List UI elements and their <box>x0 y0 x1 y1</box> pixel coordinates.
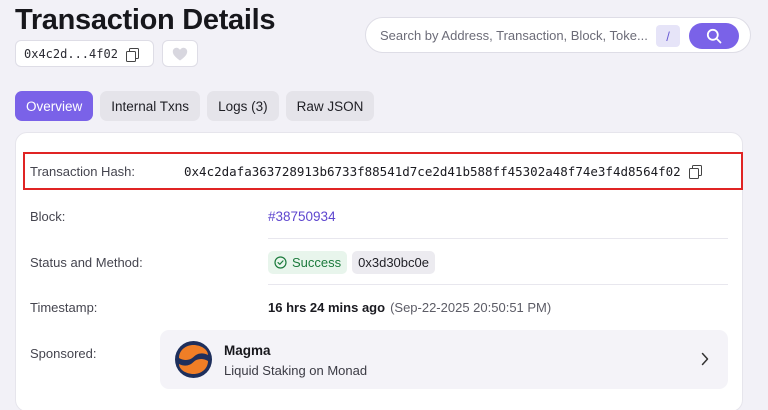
status-value-group: Success 0x3d30bc0e <box>268 250 435 274</box>
search-input[interactable] <box>380 27 652 43</box>
block-value-group: #38750934 <box>268 209 336 224</box>
row-timestamp: Timestamp: 16 hrs 24 mins ago (Sep-22-20… <box>30 284 728 330</box>
row-status-method: Status and Method: Success 0x3d30bc0e <box>30 239 728 285</box>
block-label: Block: <box>30 208 66 224</box>
chevron-right-icon <box>701 352 709 366</box>
row-transaction-hash: Transaction Hash: 0x4c2dafa363728913b673… <box>30 148 728 194</box>
favorite-button[interactable] <box>162 40 198 67</box>
search-button[interactable] <box>689 23 739 49</box>
status-text: Success <box>292 254 342 270</box>
page-title: Transaction Details <box>15 4 276 36</box>
sponsor-tagline: Liquid Staking on Monad <box>224 363 368 378</box>
address-chip[interactable]: 0x4c2d...4f02 <box>15 40 154 67</box>
method-badge: 0x3d30bc0e <box>352 250 435 274</box>
transaction-hash[interactable]: 0x4c2dafa363728913b6733f88541d7ce2d41b58… <box>184 164 681 179</box>
search-icon <box>706 28 722 44</box>
copy-hash-icon[interactable] <box>688 165 702 179</box>
tab-raw-json[interactable]: Raw JSON <box>285 91 375 121</box>
sponsor-name: Magma <box>224 343 271 358</box>
copy-icon[interactable] <box>125 47 139 62</box>
tab-logs[interactable]: Logs (3) <box>207 91 279 121</box>
check-circle-icon <box>274 255 287 269</box>
tab-bar: Overview Internal Txns Logs (3) Raw JSON <box>15 91 375 121</box>
hash-value-group: 0x4c2dafa363728913b6733f88541d7ce2d41b58… <box>184 164 702 179</box>
block-link[interactable]: #38750934 <box>268 209 336 224</box>
timestamp-relative: 16 hrs 24 mins ago <box>268 299 386 315</box>
timestamp-value-group: 16 hrs 24 mins ago (Sep-22-2025 20:50:51… <box>268 300 551 315</box>
sponsored-label: Sponsored: <box>30 345 97 361</box>
tab-overview[interactable]: Overview <box>15 91 94 121</box>
row-block: Block: #38750934 <box>30 193 728 239</box>
tab-internal-txns[interactable]: Internal Txns <box>100 91 201 121</box>
status-badge: Success <box>268 250 348 274</box>
heart-icon <box>172 47 188 60</box>
sponsor-card[interactable]: Magma Liquid Staking on Monad <box>160 330 728 389</box>
timestamp-absolute: (Sep-22-2025 20:50:51 PM) <box>390 299 552 315</box>
search-shortcut-key: / <box>656 25 680 47</box>
hash-label: Transaction Hash: <box>30 163 136 179</box>
magma-logo-icon <box>175 341 212 378</box>
search-bar: / <box>365 17 751 53</box>
status-label: Status and Method: <box>30 254 143 270</box>
short-address: 0x4c2d...4f02 <box>24 46 118 61</box>
timestamp-label: Timestamp: <box>30 299 98 315</box>
